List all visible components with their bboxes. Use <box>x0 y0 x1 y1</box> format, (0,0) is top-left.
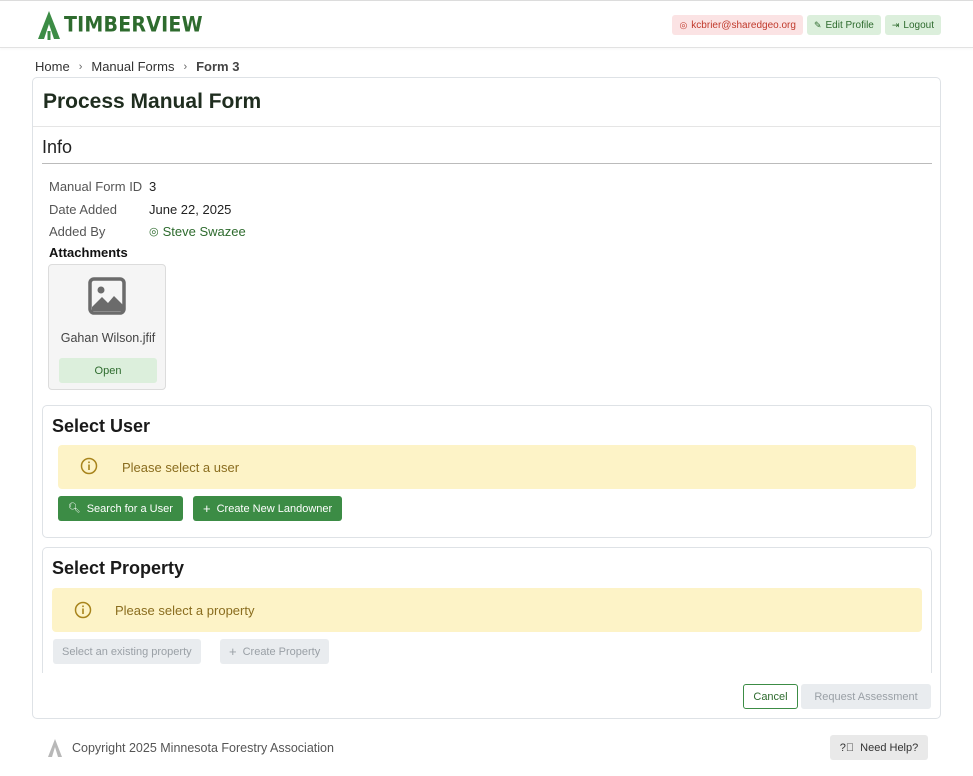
search-user-button[interactable]: 🔍︎ Search for a User <box>58 496 183 521</box>
divider <box>42 163 932 164</box>
create-property-label: Create Property <box>242 645 321 658</box>
info-heading: Info <box>42 137 73 157</box>
divider <box>33 126 940 127</box>
logout-label: Logout <box>903 19 934 31</box>
added-by-user-link[interactable]: ◎ Steve Swazee <box>149 224 246 239</box>
edit-profile-button[interactable]: ✎ Edit Profile <box>806 15 881 35</box>
info-label: Date Added <box>49 202 117 217</box>
attachment-filename: Gahan Wilson.jfif <box>60 331 156 345</box>
brand-name: TIMBERVIEW <box>64 12 203 38</box>
select-user-alert: Please select a user <box>58 445 916 489</box>
cancel-button[interactable]: Cancel <box>743 684 798 709</box>
tree-logo-icon <box>38 11 60 40</box>
create-landowner-button[interactable]: + Create New Landowner <box>193 496 343 521</box>
tree-logo-icon <box>48 739 62 757</box>
need-help-label: Need Help? <box>860 741 919 754</box>
breadcrumb-manual-forms[interactable]: Manual Forms <box>91 59 174 74</box>
alert-text: Please select a property <box>115 602 255 618</box>
info-label: Added By <box>49 224 106 239</box>
need-help-button[interactable]: ?⃝ Need Help? <box>830 735 928 760</box>
attachment-card: Gahan Wilson.jfif Open <box>48 264 166 390</box>
open-attachment-button[interactable]: Open <box>59 358 157 383</box>
select-existing-label: Select an existing property <box>62 645 192 658</box>
logo[interactable]: TIMBERVIEW <box>35 9 203 41</box>
chevron-right-icon: › <box>78 60 83 73</box>
create-property-button[interactable]: + Create Property <box>220 639 330 664</box>
help-circle-icon: ?⃝ <box>839 741 855 754</box>
breadcrumb: Home › Manual Forms › Form 3 <box>35 59 239 74</box>
info-value: June 22, 2025 <box>149 202 232 217</box>
request-assessment-button[interactable]: Request Assessment <box>801 684 931 709</box>
plus-icon: + <box>229 644 237 659</box>
user-circle-icon: ◎ <box>679 19 688 30</box>
copyright-text: Copyright 2025 Minnesota Forestry Associ… <box>72 741 334 755</box>
edit-icon: ✎ <box>813 19 822 30</box>
breadcrumb-home[interactable]: Home <box>35 59 70 74</box>
user-circle-icon: ◎ <box>149 226 159 238</box>
info-row-form-id: Manual Form ID 3 <box>49 179 156 194</box>
search-icon: 🔍︎ <box>68 503 81 514</box>
info-value: 3 <box>149 179 157 194</box>
info-circle-icon <box>80 457 98 475</box>
select-property-title: Select Property <box>52 558 185 578</box>
select-property-alert: Please select a property <box>52 588 922 632</box>
logout-button[interactable]: ⇥ Logout <box>884 15 941 35</box>
chevron-right-icon: › <box>183 60 188 73</box>
page-title: Process Manual Form <box>43 90 262 113</box>
info-label: Manual Form ID <box>49 179 143 194</box>
footer: Copyright 2025 Minnesota Forestry Associ… <box>46 738 334 758</box>
search-user-label: Search for a User <box>86 502 173 515</box>
image-icon <box>88 277 126 315</box>
select-user-title: Select User <box>52 416 151 436</box>
edit-profile-label: Edit Profile <box>825 19 874 31</box>
info-circle-icon <box>74 601 92 619</box>
select-user-section: Select User Please select a user 🔍︎ Sear… <box>42 405 932 538</box>
top-header: TIMBERVIEW ◎ kcbrier@sharedgeo.org ✎ Edi… <box>0 0 973 48</box>
process-form-card: Process Manual Form Info Manual Form ID … <box>32 77 941 719</box>
user-email-button[interactable]: ◎ kcbrier@sharedgeo.org <box>672 15 803 35</box>
plus-icon: + <box>203 501 211 516</box>
header-actions: ◎ kcbrier@sharedgeo.org ✎ Edit Profile ⇥… <box>672 15 941 35</box>
attachments-heading: Attachments <box>49 245 128 260</box>
added-by-name: Steve Swazee <box>162 224 246 239</box>
create-landowner-label: Create New Landowner <box>216 502 333 515</box>
user-email-label: kcbrier@sharedgeo.org <box>691 19 796 31</box>
alert-text: Please select a user <box>122 459 240 475</box>
logout-icon: ⇥ <box>891 19 900 30</box>
select-property-section: Select Property Please select a property… <box>42 547 932 673</box>
breadcrumb-current: Form 3 <box>196 59 240 74</box>
info-row-date-added: Date Added June 22, 2025 <box>49 202 231 217</box>
select-existing-property-button[interactable]: Select an existing property <box>53 639 201 664</box>
info-row-added-by: Added By ◎ Steve Swazee <box>49 224 246 239</box>
